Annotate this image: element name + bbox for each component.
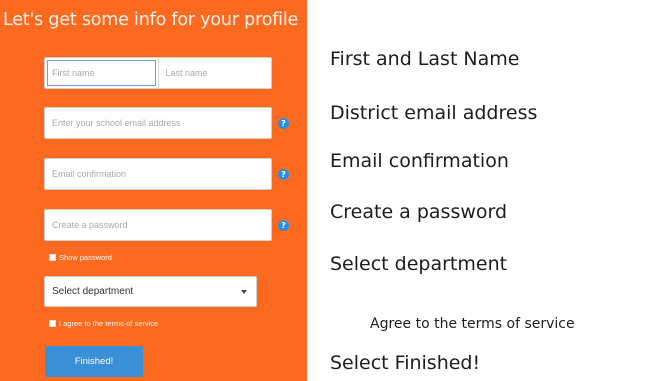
password-input[interactable] — [45, 210, 271, 240]
instruction-email: District email address — [330, 102, 538, 124]
first-name-wrapper — [45, 58, 159, 88]
show-password-label: Show password — [59, 253, 112, 262]
show-password-row[interactable]: Show password — [49, 253, 112, 262]
department-select-value: Select department — [52, 286, 134, 297]
password-field — [44, 209, 272, 241]
form-title: Let's get some info for your profile — [3, 10, 299, 30]
instruction-name: First and Last Name — [330, 48, 520, 70]
instruction-password: Create a password — [330, 201, 508, 223]
instruction-terms: Agree to the terms of service — [370, 316, 575, 332]
email-help-icon[interactable]: ? — [278, 118, 289, 129]
profile-form-panel: Let's get some info for your profile ? ?… — [0, 0, 307, 381]
instruction-email-confirm: Email confirmation — [330, 150, 509, 172]
first-name-input[interactable] — [47, 60, 156, 86]
screenshot-stage: Let's get some info for your profile ? ?… — [0, 0, 654, 381]
email-confirm-input[interactable] — [45, 159, 271, 189]
password-help-icon[interactable]: ? — [278, 220, 289, 231]
department-select[interactable]: Select department — [44, 276, 257, 307]
last-name-input[interactable] — [158, 58, 271, 88]
email-confirm-field — [44, 158, 272, 190]
terms-checkbox[interactable] — [49, 320, 56, 327]
instruction-department: Select department — [330, 253, 508, 275]
name-field-group — [44, 57, 272, 89]
last-name-wrapper — [158, 58, 271, 88]
email-confirm-help-icon[interactable]: ? — [278, 169, 289, 180]
finished-button[interactable]: Finished! — [45, 346, 143, 377]
show-password-checkbox[interactable] — [49, 254, 56, 261]
school-email-input[interactable] — [45, 108, 271, 138]
terms-row[interactable]: I agree to the terms of service — [49, 319, 158, 328]
terms-label: I agree to the terms of service — [59, 319, 159, 328]
email-field — [44, 107, 272, 139]
caret-down-icon — [241, 289, 247, 294]
instruction-finish: Select Finished! — [330, 352, 481, 374]
